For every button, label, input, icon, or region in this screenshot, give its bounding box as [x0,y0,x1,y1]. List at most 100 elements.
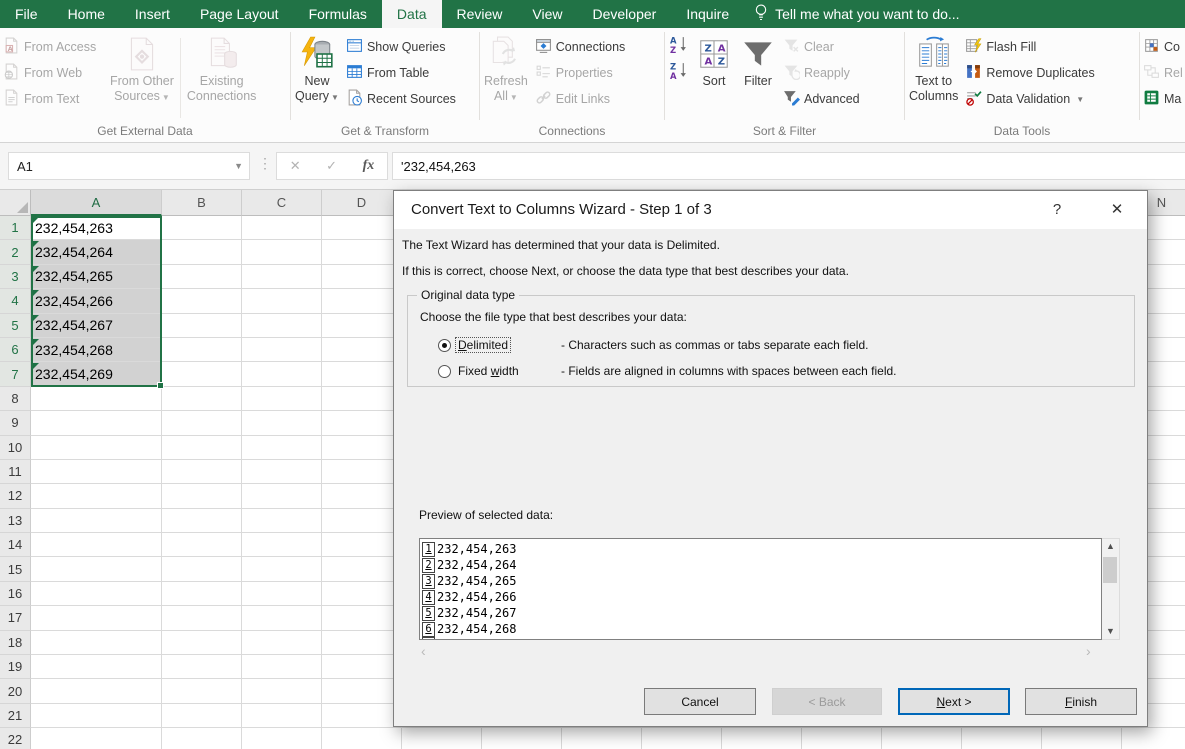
tab-page-layout[interactable]: Page Layout [185,0,294,28]
cell-L22[interactable] [962,728,1042,749]
show-queries-button[interactable]: Show Queries [343,34,469,60]
row-header-9[interactable]: 9 [0,411,31,436]
cell-A19[interactable] [31,655,162,680]
cell-A14[interactable] [31,533,162,558]
fixed-width-radio-label[interactable]: Fixed width [456,364,521,378]
cell-C7[interactable] [242,362,322,387]
tab-developer[interactable]: Developer [578,0,672,28]
cell-D11[interactable] [322,459,402,485]
cell-C17[interactable] [242,606,322,631]
cell-A3[interactable]: 232,454,265 [31,264,162,290]
cell-C6[interactable] [242,337,322,363]
cell-A21[interactable] [31,703,162,729]
cell-D16[interactable] [322,581,402,607]
cell-B7[interactable] [162,362,242,387]
cell-A7[interactable]: 232,454,269 [31,362,162,387]
cell-D4[interactable] [322,289,402,314]
row-header-5[interactable]: 5 [0,313,31,338]
cell-B22[interactable] [162,728,242,749]
row-header-13[interactable]: 13 [0,508,31,534]
cell-B12[interactable] [162,484,242,509]
cell-A13[interactable] [31,508,162,534]
row-header-1[interactable]: 1 [0,216,31,241]
cell-D1[interactable] [322,216,402,241]
scroll-right-icon[interactable]: › [1086,643,1091,659]
cell-D5[interactable] [322,313,402,338]
clear-button[interactable]: Clear [780,34,872,60]
cell-B21[interactable] [162,703,242,729]
cell-G22[interactable] [562,728,642,749]
cell-B15[interactable] [162,557,242,582]
next-button[interactable]: Next > [898,688,1010,715]
dialog-help-button[interactable]: ? [1040,191,1074,229]
cell-B19[interactable] [162,655,242,680]
cell-A12[interactable] [31,484,162,509]
cell-D20[interactable] [322,679,402,704]
cell-D14[interactable] [322,533,402,558]
refresh-all-button[interactable]: Refresh All ▼ [480,32,532,105]
cell-A16[interactable] [31,581,162,607]
consolidate-button[interactable]: Co [1140,34,1185,60]
cell-C5[interactable] [242,313,322,338]
row-header-21[interactable]: 21 [0,703,31,729]
relationships-button[interactable]: Rel [1140,60,1185,86]
cell-B10[interactable] [162,435,242,460]
cell-D6[interactable] [322,337,402,363]
cell-B11[interactable] [162,459,242,485]
connections-button[interactable]: Connections [532,34,648,60]
cell-B8[interactable] [162,386,242,412]
cell-C20[interactable] [242,679,322,704]
insert-function-icon[interactable]: fx [363,158,375,174]
dialog-title-bar[interactable]: Convert Text to Columns Wizard - Step 1 … [394,191,1147,229]
cell-D17[interactable] [322,606,402,631]
sort-button[interactable]: Z A A Z Sort [692,32,736,89]
cell-M22[interactable] [1042,728,1122,749]
advanced-button[interactable]: Advanced [780,86,872,112]
new-query-button[interactable]: New Query ▼ [291,32,343,105]
tab-insert[interactable]: Insert [120,0,185,28]
cell-A22[interactable] [31,728,162,749]
scroll-left-icon[interactable]: ‹ [421,643,426,659]
cell-A8[interactable] [31,386,162,412]
row-header-7[interactable]: 7 [0,362,31,387]
cell-C14[interactable] [242,533,322,558]
cell-A9[interactable] [31,411,162,436]
cell-A2[interactable]: 232,454,264 [31,240,162,265]
cell-C18[interactable] [242,630,322,656]
row-header-14[interactable]: 14 [0,533,31,558]
cancel-button[interactable]: Cancel [644,688,756,715]
select-all-corner[interactable] [0,190,31,216]
cell-D19[interactable] [322,655,402,680]
tab-home[interactable]: Home [53,0,120,28]
cell-B14[interactable] [162,533,242,558]
finish-button[interactable]: Finish [1025,688,1137,715]
cell-C19[interactable] [242,655,322,680]
cell-D21[interactable] [322,703,402,729]
from-access-button[interactable]: A From Access [0,34,106,60]
cell-H22[interactable] [642,728,722,749]
cell-B13[interactable] [162,508,242,534]
scroll-up-icon[interactable]: ▲ [1102,539,1119,554]
cell-I22[interactable] [722,728,802,749]
cell-A18[interactable] [31,630,162,656]
row-header-15[interactable]: 15 [0,557,31,582]
data-validation-button[interactable]: Data Validation ▼ [962,86,1124,112]
fixed-width-radio[interactable] [438,364,451,378]
cell-A11[interactable] [31,459,162,485]
cell-N22[interactable] [1122,728,1185,749]
remove-duplicates-button[interactable]: Remove Duplicates [962,60,1124,86]
cell-D13[interactable] [322,508,402,534]
cell-B18[interactable] [162,630,242,656]
row-header-12[interactable]: 12 [0,484,31,509]
from-table-button[interactable]: From Table [343,60,469,86]
column-header-A[interactable]: A [31,190,162,216]
cell-C10[interactable] [242,435,322,460]
cell-A4[interactable]: 232,454,266 [31,289,162,314]
flash-fill-button[interactable]: Flash Fill [962,34,1124,60]
cell-B5[interactable] [162,313,242,338]
cell-C15[interactable] [242,557,322,582]
confirm-entry-icon[interactable]: ✓ [326,158,337,174]
row-header-19[interactable]: 19 [0,655,31,680]
column-header-B[interactable]: B [162,190,242,216]
cell-C4[interactable] [242,289,322,314]
